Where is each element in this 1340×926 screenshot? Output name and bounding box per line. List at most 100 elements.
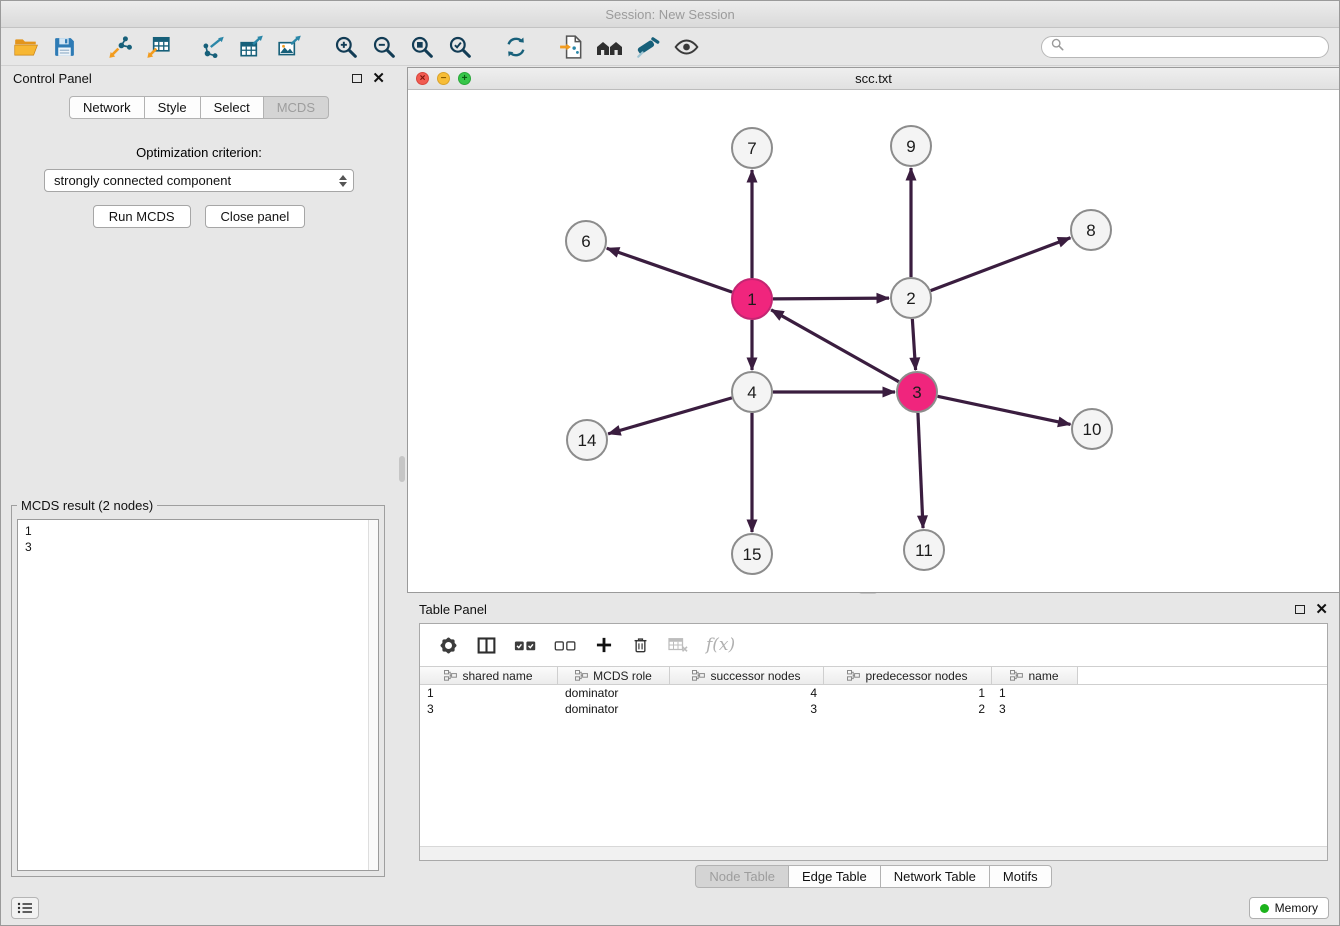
close-window-icon[interactable]: × bbox=[416, 72, 429, 85]
zoom-in-icon[interactable] bbox=[331, 32, 361, 62]
tab-style[interactable]: Style bbox=[144, 96, 201, 119]
eye-icon[interactable] bbox=[671, 32, 701, 62]
vertical-scrollbar-thumb[interactable] bbox=[399, 456, 405, 482]
export-image-icon[interactable] bbox=[275, 32, 305, 62]
zoom-selected-icon[interactable] bbox=[445, 32, 475, 62]
edge-3-11[interactable] bbox=[918, 413, 923, 528]
memory-button[interactable]: Memory bbox=[1249, 897, 1329, 919]
minimize-window-icon[interactable]: − bbox=[437, 72, 450, 85]
run-mcds-button[interactable]: Run MCDS bbox=[93, 205, 191, 228]
column-header-shared-name[interactable]: shared name bbox=[420, 667, 558, 684]
svg-text:8: 8 bbox=[1086, 221, 1095, 240]
export-network-icon[interactable] bbox=[199, 32, 229, 62]
graph-node-15[interactable]: 15 bbox=[732, 534, 772, 574]
optimization-label: Optimization criterion: bbox=[1, 145, 397, 160]
graph-node-1[interactable]: 1 bbox=[732, 279, 772, 319]
column-header-name[interactable]: name bbox=[992, 667, 1078, 684]
criterion-dropdown[interactable]: strongly connected component bbox=[44, 169, 354, 192]
main-toolbar bbox=[1, 29, 1339, 66]
svg-text:3: 3 bbox=[912, 383, 921, 402]
network-window-titlebar[interactable]: × − + scc.txt bbox=[408, 68, 1339, 90]
tab-mcds[interactable]: MCDS bbox=[263, 96, 329, 119]
function-builder-icon[interactable]: f(x) bbox=[706, 635, 735, 655]
column-label: predecessor nodes bbox=[865, 669, 967, 683]
edge-1-6[interactable] bbox=[607, 248, 732, 292]
network-canvas[interactable]: 7 9 6 8 1 2 4 3 14 10 15 11 bbox=[408, 90, 1339, 592]
style-brush-icon[interactable] bbox=[633, 32, 663, 62]
table-row[interactable]: 3dominator323 bbox=[420, 701, 1327, 717]
graph-node-10[interactable]: 10 bbox=[1072, 409, 1112, 449]
gear-icon[interactable] bbox=[438, 635, 459, 656]
sort-icon bbox=[847, 670, 860, 681]
delete-table-icon[interactable] bbox=[667, 636, 689, 654]
tab-edge-table[interactable]: Edge Table bbox=[788, 865, 881, 888]
edge-1-2[interactable] bbox=[773, 298, 889, 299]
search-box[interactable] bbox=[1041, 36, 1329, 58]
maximize-window-icon[interactable]: + bbox=[458, 72, 471, 85]
table-tabs: Node TableEdge TableNetwork TableMotifs bbox=[407, 865, 1340, 888]
sort-icon bbox=[575, 670, 588, 681]
add-column-icon[interactable] bbox=[594, 635, 614, 655]
graph-node-3[interactable]: 3 bbox=[897, 372, 937, 412]
column-layout-icon[interactable] bbox=[476, 635, 497, 656]
zoom-out-icon[interactable] bbox=[369, 32, 399, 62]
result-scrollbar[interactable] bbox=[368, 520, 378, 870]
save-session-icon[interactable] bbox=[49, 32, 79, 62]
network-graph[interactable]: 7 9 6 8 1 2 4 3 14 10 15 11 bbox=[408, 90, 1339, 592]
column-header-mcds-role[interactable]: MCDS role bbox=[558, 667, 670, 684]
tab-select[interactable]: Select bbox=[200, 96, 264, 119]
column-label: name bbox=[1028, 669, 1058, 683]
table-cell: 3 bbox=[992, 702, 1078, 716]
svg-text:1: 1 bbox=[747, 290, 756, 309]
table-cell: 3 bbox=[670, 702, 824, 716]
graph-node-11[interactable]: 11 bbox=[904, 530, 944, 570]
import-table-icon[interactable] bbox=[143, 32, 173, 62]
home-icon[interactable] bbox=[595, 32, 625, 62]
graph-node-14[interactable]: 14 bbox=[567, 420, 607, 460]
memory-label: Memory bbox=[1275, 901, 1318, 915]
table-cell: 4 bbox=[670, 686, 824, 700]
network-window-title: scc.txt bbox=[855, 71, 892, 86]
graph-node-2[interactable]: 2 bbox=[891, 278, 931, 318]
close-panel-icon[interactable]: ✕ bbox=[372, 71, 385, 86]
import-network-icon[interactable] bbox=[105, 32, 135, 62]
edge-2-3[interactable] bbox=[912, 319, 915, 370]
window-titlebar[interactable]: Session: New Session bbox=[1, 1, 1339, 28]
float-table-panel-icon[interactable] bbox=[1295, 605, 1305, 614]
float-panel-icon[interactable] bbox=[352, 74, 362, 83]
search-input[interactable] bbox=[1070, 40, 1319, 54]
refresh-icon[interactable] bbox=[501, 32, 531, 62]
edge-2-8[interactable] bbox=[931, 238, 1071, 291]
tab-network-table[interactable]: Network Table bbox=[880, 865, 990, 888]
zoom-fit-icon[interactable] bbox=[407, 32, 437, 62]
table-header-row: shared nameMCDS role successor nodes prede… bbox=[420, 666, 1327, 685]
export-table-icon[interactable] bbox=[237, 32, 267, 62]
tab-node-table[interactable]: Node Table bbox=[695, 865, 789, 888]
import-document-icon[interactable] bbox=[557, 32, 587, 62]
tab-motifs[interactable]: Motifs bbox=[989, 865, 1052, 888]
open-file-icon[interactable] bbox=[11, 32, 41, 62]
close-table-panel-icon[interactable]: ✕ bbox=[1315, 602, 1328, 617]
table-row[interactable]: 1dominator411 bbox=[420, 685, 1327, 701]
mcds-result-text[interactable]: 13 bbox=[17, 519, 379, 871]
unselect-all-icon[interactable] bbox=[554, 637, 577, 653]
show-panels-icon[interactable] bbox=[11, 897, 39, 919]
tab-network[interactable]: Network bbox=[69, 96, 145, 119]
graph-node-4[interactable]: 4 bbox=[732, 372, 772, 412]
column-header-successor-nodes[interactable]: successor nodes bbox=[670, 667, 824, 684]
table-panel-title: Table Panel bbox=[419, 602, 487, 617]
mcds-result-group: MCDS result (2 nodes) 13 bbox=[11, 498, 385, 877]
graph-node-6[interactable]: 6 bbox=[566, 221, 606, 261]
edge-3-1[interactable] bbox=[771, 310, 899, 382]
column-header-predecessor-nodes[interactable]: predecessor nodes bbox=[824, 667, 992, 684]
select-all-icon[interactable] bbox=[514, 637, 537, 653]
graph-node-8[interactable]: 8 bbox=[1071, 210, 1111, 250]
graph-node-9[interactable]: 9 bbox=[891, 126, 931, 166]
edge-3-10[interactable] bbox=[938, 396, 1071, 424]
table-horizontal-scrollbar[interactable] bbox=[420, 846, 1327, 860]
close-panel-button[interactable]: Close panel bbox=[205, 205, 306, 228]
delete-column-icon[interactable] bbox=[631, 635, 650, 655]
edge-4-14[interactable] bbox=[608, 398, 732, 434]
column-label: successor nodes bbox=[710, 669, 800, 683]
graph-node-7[interactable]: 7 bbox=[732, 128, 772, 168]
